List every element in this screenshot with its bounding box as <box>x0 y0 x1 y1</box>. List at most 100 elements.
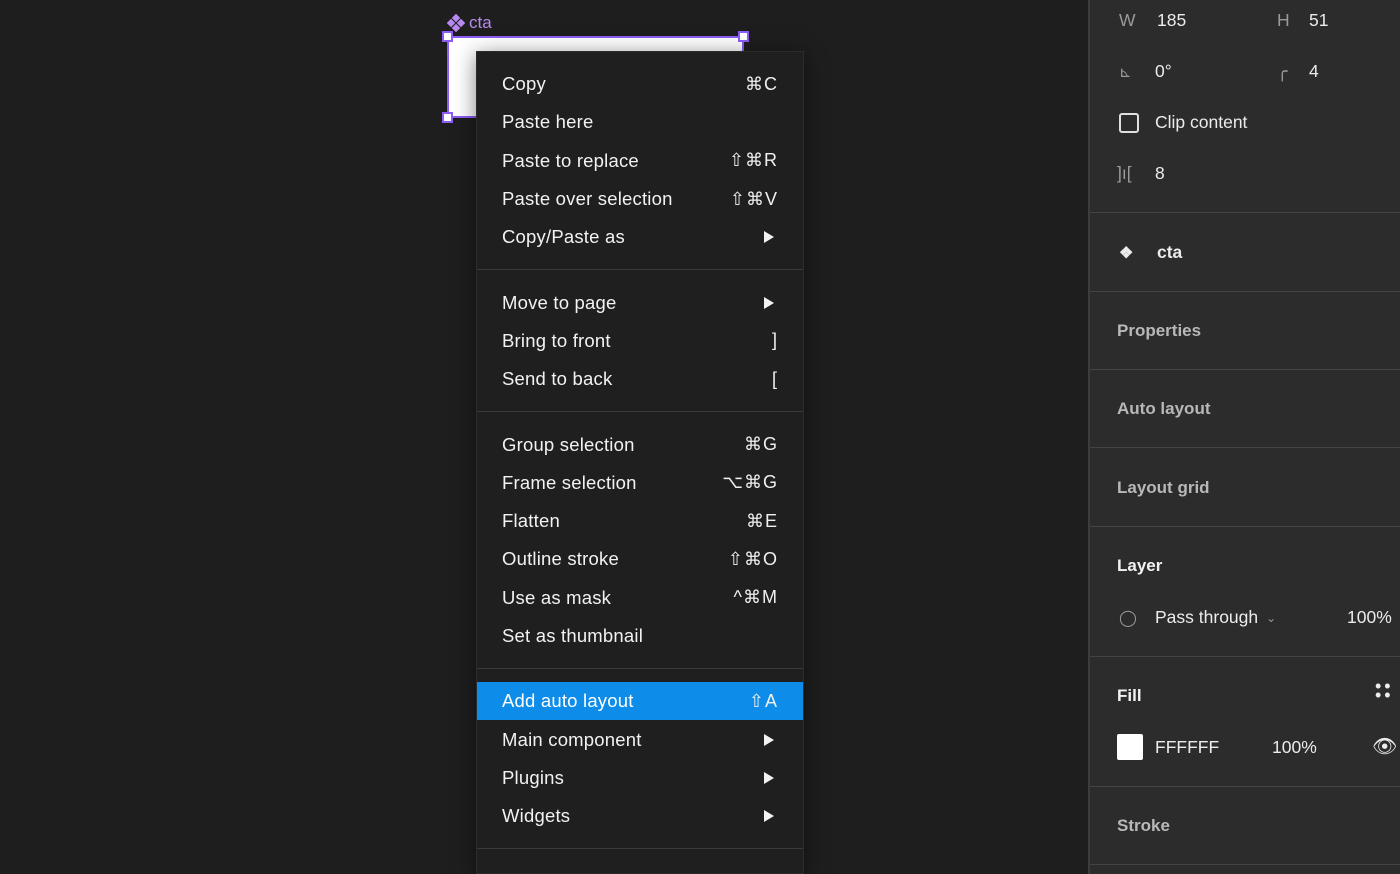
shortcut-hint: ⌘E <box>745 510 778 531</box>
menu-item-group-selection[interactable]: Group selection ⌘G <box>477 425 803 463</box>
spacing-value[interactable]: 8 <box>1155 163 1165 184</box>
menu-item-copy-paste-as[interactable]: Copy/Paste as <box>477 218 803 256</box>
menu-item-main-component[interactable]: Main component <box>477 720 803 758</box>
width-label: W <box>1119 10 1136 30</box>
menu-item-move-to-page[interactable]: Move to page <box>477 283 803 321</box>
menu-item-paste-over-selection[interactable]: Paste over selection ⇧⌘V <box>477 180 803 218</box>
submenu-arrow-icon <box>764 771 774 784</box>
properties-section[interactable]: Properties <box>1117 321 1201 341</box>
submenu-arrow-icon <box>764 296 774 309</box>
context-menu: Copy ⌘C Paste here Paste to replace ⇧⌘R Paste… <box>476 51 804 874</box>
layer-opacity[interactable]: 100% <box>1347 607 1392 628</box>
component-icon <box>446 13 466 33</box>
menu-item-outline-stroke[interactable]: Outline stroke ⇧⌘O <box>477 540 803 578</box>
spacing-field[interactable]: ]ı[ 8 <box>1117 163 1165 184</box>
height-label: H <box>1277 10 1290 30</box>
resize-handle-bottom-left[interactable] <box>442 112 453 123</box>
resize-handle-top-left[interactable] <box>442 31 453 42</box>
menu-item-label: Bring to front <box>502 329 611 351</box>
menu-item-plugins[interactable]: Plugins <box>477 759 803 797</box>
auto-layout-section[interactable]: Auto layout <box>1117 399 1211 419</box>
shortcut-hint: ⇧⌘R <box>728 150 778 171</box>
divider <box>1090 656 1400 657</box>
divider <box>1090 526 1400 527</box>
menu-item-set-as-thumbnail[interactable]: Set as thumbnail <box>477 617 803 655</box>
fill-hex[interactable]: FFFFFF <box>1155 737 1272 758</box>
menu-divider <box>477 848 803 850</box>
frame-label[interactable]: cta <box>446 13 492 33</box>
menu-item-bring-to-front[interactable]: Bring to front] <box>477 322 803 360</box>
menu-item-use-as-mask[interactable]: Use as mask ^⌘M <box>477 579 803 617</box>
menu-item-add-auto-layout[interactable]: Add auto layout ⇧A <box>477 682 803 721</box>
corner-radius-icon: ╭ <box>1277 61 1288 81</box>
menu-item-send-to-back[interactable]: Send to back [ <box>477 360 803 398</box>
resize-handle-top-right[interactable] <box>738 31 749 42</box>
height-field[interactable]: H 51 <box>1277 10 1328 31</box>
corner-radius-value[interactable]: 4 <box>1309 61 1319 82</box>
spacing-icon: ]ı[ <box>1117 163 1132 183</box>
menu-item-label: Paste to replace <box>502 149 639 171</box>
menu-item-label: Outline stroke <box>502 548 619 570</box>
menu-item-label: Move to page <box>502 291 617 313</box>
menu-item-label: Copy <box>502 73 546 95</box>
component-icon: ❖ <box>1119 244 1134 262</box>
frame-name: cta <box>469 13 492 32</box>
shortcut-hint: ⌘G <box>743 434 778 455</box>
clip-content-checkbox[interactable] <box>1119 112 1139 133</box>
divider <box>1090 369 1400 370</box>
divider <box>1090 864 1400 865</box>
divider <box>1090 212 1400 213</box>
clip-content-label: Clip content <box>1155 112 1248 132</box>
submenu-arrow-icon <box>764 733 774 746</box>
blend-mode-value: Pass through <box>1155 607 1259 627</box>
shortcut-hint: [ <box>771 368 778 389</box>
menu-item-label: Flatten <box>502 510 560 532</box>
menu-divider <box>477 411 803 413</box>
menu-item-label: Paste over selection <box>502 188 673 210</box>
submenu-arrow-icon <box>764 810 774 823</box>
drop-icon: ◯ <box>1119 609 1137 627</box>
menu-item-widgets[interactable]: Widgets <box>477 797 803 835</box>
rotation-field[interactable]: ⊾ 0° <box>1119 61 1172 82</box>
fill-color-swatch[interactable] <box>1117 734 1143 760</box>
width-field[interactable]: W 185 <box>1119 10 1186 31</box>
divider <box>1090 291 1400 292</box>
shortcut-hint: ] <box>771 330 778 351</box>
layer-section-title: Layer <box>1117 556 1163 575</box>
menu-item-paste-to-replace[interactable]: Paste to replace ⇧⌘R <box>477 142 803 180</box>
component-name: cta <box>1157 242 1183 262</box>
menu-item-label: Paste here <box>502 111 594 133</box>
fill-section-title: Fill <box>1117 686 1142 705</box>
fill-row[interactable]: FFFFFF 100% <box>1117 734 1317 760</box>
component-row[interactable]: ❖ cta <box>1119 242 1182 263</box>
menu-divider <box>477 668 803 670</box>
stroke-section[interactable]: Stroke <box>1117 816 1170 836</box>
height-value[interactable]: 51 <box>1309 10 1328 31</box>
rotation-value[interactable]: 0° <box>1155 61 1172 82</box>
shortcut-hint: ⌘C <box>745 73 778 94</box>
menu-item-label: Frame selection <box>502 471 637 493</box>
menu-item-label: Widgets <box>502 805 571 827</box>
chevron-down-icon: ⌄ <box>1266 610 1277 625</box>
eye-icon[interactable]: 👁 <box>1372 734 1397 759</box>
divider <box>1090 786 1400 787</box>
menu-item-copy[interactable]: Copy ⌘C <box>477 65 803 103</box>
styles-icon[interactable]: • • • • <box>1375 677 1391 704</box>
layout-grid-section[interactable]: Layout grid <box>1117 478 1210 498</box>
divider <box>1090 447 1400 448</box>
width-value[interactable]: 185 <box>1157 10 1186 31</box>
design-panel: W 185 H 51 ⊾ 0° ╭ 4 Clip content ]ı[ 8 ❖… <box>1088 0 1400 874</box>
menu-item-label: Send to back <box>502 368 613 390</box>
menu-divider <box>477 269 803 271</box>
fill-opacity[interactable]: 100% <box>1272 737 1317 758</box>
menu-item-frame-selection[interactable]: Frame selection ⌥⌘G <box>477 464 803 502</box>
menu-item-flatten[interactable]: Flatten ⌘E <box>477 502 803 540</box>
menu-item-paste-here[interactable]: Paste here <box>477 103 803 141</box>
blend-mode-dropdown[interactable]: ◯ Pass through ⌄ <box>1119 607 1276 628</box>
clip-content-row[interactable]: Clip content <box>1119 112 1247 133</box>
rotation-icon: ⊾ <box>1119 63 1132 81</box>
corner-radius-field[interactable]: ╭ 4 <box>1277 61 1319 82</box>
menu-item-label: Copy/Paste as <box>502 226 625 248</box>
shortcut-hint: ^⌘M <box>733 587 778 608</box>
shortcut-hint: ⇧⌘O <box>727 548 778 569</box>
